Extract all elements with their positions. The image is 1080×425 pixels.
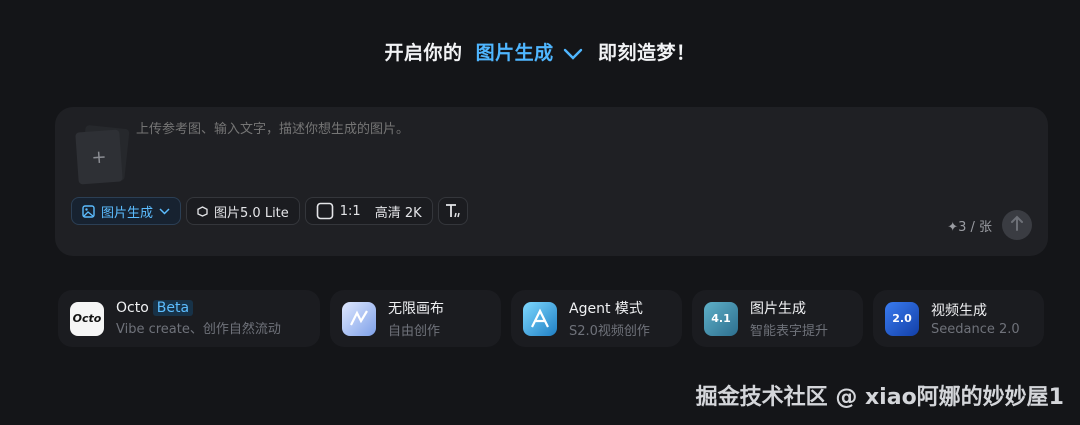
text-style-button[interactable] xyxy=(437,197,468,225)
card-agent-mode[interactable]: Agent 模式 S2.0视频创作 xyxy=(511,290,682,347)
arrow-up-icon xyxy=(1010,215,1024,235)
feature-cards: Octo Octo Beta Vibe create、创作自然流动 无限画布 自由… xyxy=(58,290,1044,347)
card-subtitle: 自由创作 xyxy=(388,324,441,339)
composer-toolbar: 图片生成 图片5.0 Lite 1:1 高清 2K xyxy=(71,197,468,225)
prompt-composer: + 图片生成 图片5.0 Lite 1:1 高清 2K xyxy=(55,107,1048,256)
headline: 开启你的 图片生成 即刻造梦！ xyxy=(0,38,1080,65)
mode-select-button[interactable]: 图片生成 xyxy=(71,197,182,225)
canvas-icon xyxy=(342,301,376,336)
upload-reference-button[interactable]: + xyxy=(75,129,123,185)
agent-icon xyxy=(523,301,557,336)
card-subtitle: 智能表字提升 xyxy=(750,324,829,339)
card-image-generation[interactable]: 4.1 图片生成 智能表字提升 xyxy=(692,290,863,347)
send-button[interactable] xyxy=(1002,210,1032,240)
model-label: 图片5.0 Lite xyxy=(214,205,289,221)
chevron-down-icon xyxy=(159,207,170,215)
model-select-button[interactable]: 图片5.0 Lite xyxy=(186,197,300,225)
card-title: 视频生成 xyxy=(931,303,987,319)
video-gen-icon: 2.0 xyxy=(885,301,919,336)
quality-label: 高清 2K xyxy=(374,205,422,221)
text-format-icon xyxy=(444,202,462,220)
image-gen-icon: 4.1 xyxy=(704,301,738,336)
card-subtitle: Vibe create、创作自然流动 xyxy=(116,322,281,337)
card-subtitle: Seedance 2.0 xyxy=(931,322,1020,337)
ratio-label: 1:1 xyxy=(339,203,361,219)
credits-per-image: ✦3 / 张 xyxy=(947,220,992,235)
card-infinite-canvas[interactable]: 无限画布 自由创作 xyxy=(330,290,501,347)
card-title: Octo xyxy=(116,300,149,316)
chevron-down-icon[interactable] xyxy=(563,43,583,65)
card-video-generation[interactable]: 2.0 视频生成 Seedance 2.0 xyxy=(873,290,1044,347)
card-title: Agent 模式 xyxy=(569,301,643,317)
ratio-quality-button[interactable]: 1:1 高清 2K xyxy=(304,197,433,225)
aspect-ratio-icon xyxy=(316,202,334,220)
beta-badge: Beta xyxy=(152,300,194,316)
cube-icon xyxy=(197,205,208,217)
headline-mode-selector[interactable]: 图片生成 xyxy=(476,42,554,64)
plus-icon: + xyxy=(90,145,108,169)
mode-label: 图片生成 xyxy=(101,205,154,221)
card-title: 无限画布 xyxy=(388,301,444,317)
card-octo[interactable]: Octo Octo Beta Vibe create、创作自然流动 xyxy=(58,290,320,347)
image-icon xyxy=(82,204,95,218)
card-title: 图片生成 xyxy=(750,301,806,317)
octo-logo-icon: Octo xyxy=(70,301,104,336)
watermark: 掘金技术社区 @ xiao阿娜的妙妙屋1 xyxy=(695,385,1064,410)
card-subtitle: S2.0视频创作 xyxy=(569,324,650,339)
prompt-input[interactable] xyxy=(134,121,958,138)
headline-suffix: 即刻造梦！ xyxy=(597,42,696,64)
headline-prefix: 开启你的 xyxy=(384,42,463,64)
